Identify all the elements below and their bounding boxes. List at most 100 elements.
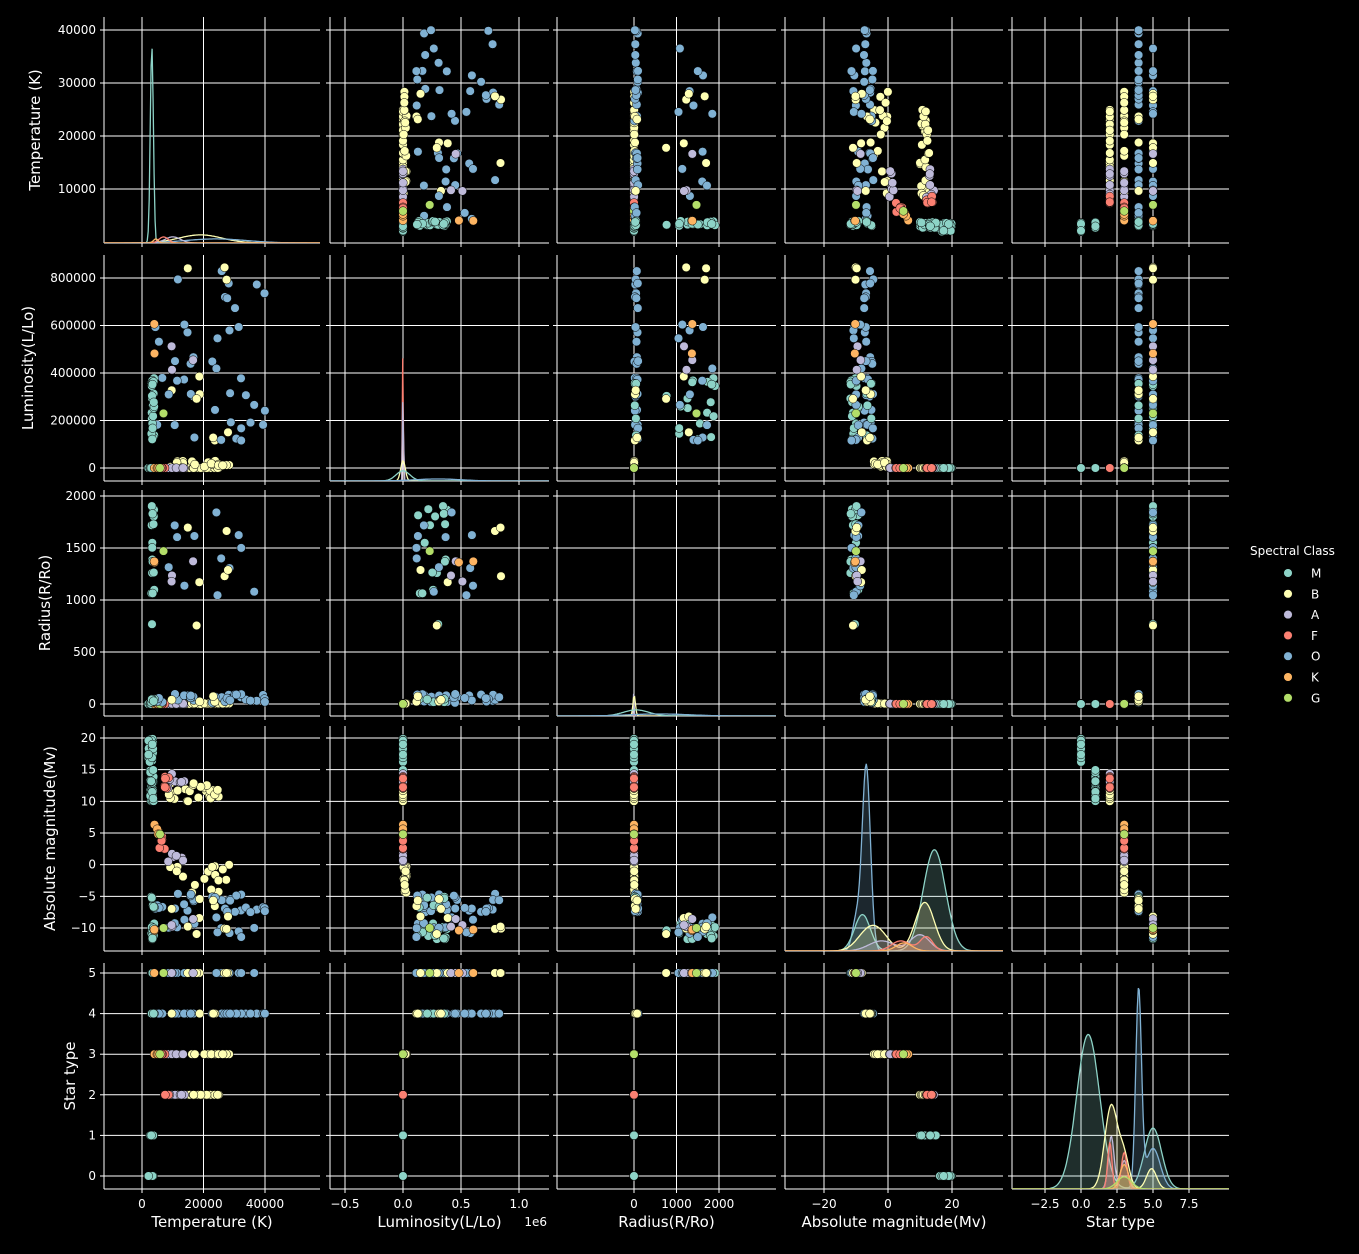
scatter-point-O bbox=[488, 40, 497, 49]
scatter-point-B bbox=[849, 395, 858, 404]
scatter-point-A bbox=[1149, 366, 1158, 375]
scatter-point-F bbox=[399, 783, 408, 792]
scatter-point-K bbox=[688, 349, 697, 358]
scatter-point-G bbox=[692, 924, 701, 933]
scatter-point-K bbox=[150, 349, 159, 358]
scatter-point-F bbox=[630, 774, 639, 783]
scatter-point-O bbox=[1149, 110, 1158, 119]
scatter-point-K bbox=[150, 969, 159, 978]
scatter-point-O bbox=[450, 891, 459, 900]
scatter-point-O bbox=[412, 67, 421, 76]
scatter-point-B bbox=[1120, 147, 1129, 156]
gridlines bbox=[330, 17, 549, 243]
scatter-point-G bbox=[852, 409, 861, 418]
scatter-point-A bbox=[1120, 856, 1129, 865]
scatter-point-B bbox=[416, 969, 425, 978]
scatter-point-M bbox=[675, 424, 684, 433]
scatter-point-B bbox=[195, 578, 204, 587]
panel-rad-vs-lum bbox=[326, 490, 549, 720]
scatter-point-M bbox=[662, 221, 671, 230]
scatter-point-B bbox=[1106, 149, 1115, 158]
scatter-point-M bbox=[148, 589, 157, 598]
scatter-point-F bbox=[399, 1091, 408, 1100]
scatter-point-B bbox=[680, 139, 689, 148]
scatter-point-O bbox=[495, 1009, 504, 1018]
scatter-point-O bbox=[631, 40, 640, 49]
scatter-point-B bbox=[194, 793, 203, 802]
scatter-point-A bbox=[886, 167, 895, 176]
scatter-point-G bbox=[630, 830, 639, 839]
scatter-point-K bbox=[455, 216, 464, 225]
scatter-point-B bbox=[849, 144, 858, 153]
scatter-point-A bbox=[451, 150, 460, 159]
scatter-point-A bbox=[926, 170, 935, 179]
scatter-point-B bbox=[883, 117, 892, 126]
scatter-point-F bbox=[161, 783, 170, 792]
scatter-point-B bbox=[400, 147, 409, 156]
scatter-point-O bbox=[1134, 209, 1143, 218]
scatter-point-K bbox=[469, 969, 478, 978]
scatter-point-B bbox=[861, 187, 870, 196]
scatter-point-O bbox=[164, 390, 173, 399]
kde-curve-A bbox=[330, 402, 549, 481]
scatter-point-G bbox=[1149, 924, 1158, 933]
scatter-point-A bbox=[889, 186, 898, 195]
scatter-point-M bbox=[939, 700, 948, 709]
scatter-point-O bbox=[164, 563, 173, 572]
scatter-point-K bbox=[150, 557, 159, 566]
scatter-point-G bbox=[425, 201, 434, 210]
pairplot-svg: 10000200003000040000Temperature (K)02000… bbox=[0, 0, 1359, 1250]
scatter-point-M bbox=[418, 589, 427, 598]
scatter-point-O bbox=[234, 531, 243, 540]
scatter-point-O bbox=[1149, 436, 1158, 445]
scatter-point-M bbox=[431, 512, 440, 521]
scatter-point-M bbox=[707, 220, 716, 229]
scatter-point-G bbox=[1120, 464, 1129, 473]
scatter-point-O bbox=[427, 26, 436, 35]
scatter-point-B bbox=[631, 386, 640, 395]
scatter-point-B bbox=[631, 138, 640, 147]
scatter-point-O bbox=[491, 176, 500, 185]
scatter-point-F bbox=[927, 700, 936, 709]
scatter-point-K bbox=[851, 349, 860, 358]
scatter-point-O bbox=[632, 59, 641, 68]
scatter-point-B bbox=[222, 275, 231, 284]
scatter-point-O bbox=[217, 436, 226, 445]
scatter-point-M bbox=[1091, 222, 1100, 231]
scatter-point-B bbox=[213, 1091, 222, 1100]
scatter-point-A bbox=[164, 857, 173, 866]
scatter-point-B bbox=[214, 876, 223, 885]
scatter-point-B bbox=[437, 696, 446, 705]
scatter-point-O bbox=[173, 533, 182, 542]
scatter-point-G bbox=[692, 409, 701, 418]
scatter-point-A bbox=[853, 577, 862, 586]
panel-mag-vs-lum bbox=[326, 726, 549, 955]
scatter-point-B bbox=[222, 969, 231, 978]
scatter-point-O bbox=[250, 401, 259, 410]
panel-temp-vs-temp bbox=[100, 17, 320, 247]
scatter-point-F bbox=[630, 1091, 639, 1100]
scatter-point-M bbox=[148, 740, 157, 749]
scatter-point-B bbox=[416, 566, 425, 575]
scatter-point-G bbox=[159, 924, 168, 933]
scatter-point-M bbox=[707, 934, 716, 943]
scatter-point-A bbox=[458, 577, 467, 586]
scatter-point-A bbox=[1149, 187, 1158, 196]
scatter-point-B bbox=[191, 460, 200, 469]
scatter-point-B bbox=[866, 692, 875, 701]
scatter-point-B bbox=[1120, 118, 1129, 127]
scatter-point-O bbox=[860, 51, 869, 60]
scatter-point-M bbox=[148, 510, 157, 519]
scatter-point-G bbox=[425, 547, 434, 556]
scatter-point-A bbox=[189, 915, 198, 924]
scatter-point-O bbox=[1134, 40, 1143, 49]
scatter-point-O bbox=[866, 267, 875, 276]
scatter-point-O bbox=[676, 401, 685, 410]
scatter-point-B bbox=[1106, 107, 1115, 116]
scatter-point-O bbox=[495, 693, 504, 702]
scatter-point-O bbox=[1134, 165, 1143, 174]
scatter-point-K bbox=[851, 557, 860, 566]
scatter-point-O bbox=[482, 694, 491, 703]
scatter-point-O bbox=[482, 91, 491, 100]
scatter-point-B bbox=[1134, 115, 1143, 124]
